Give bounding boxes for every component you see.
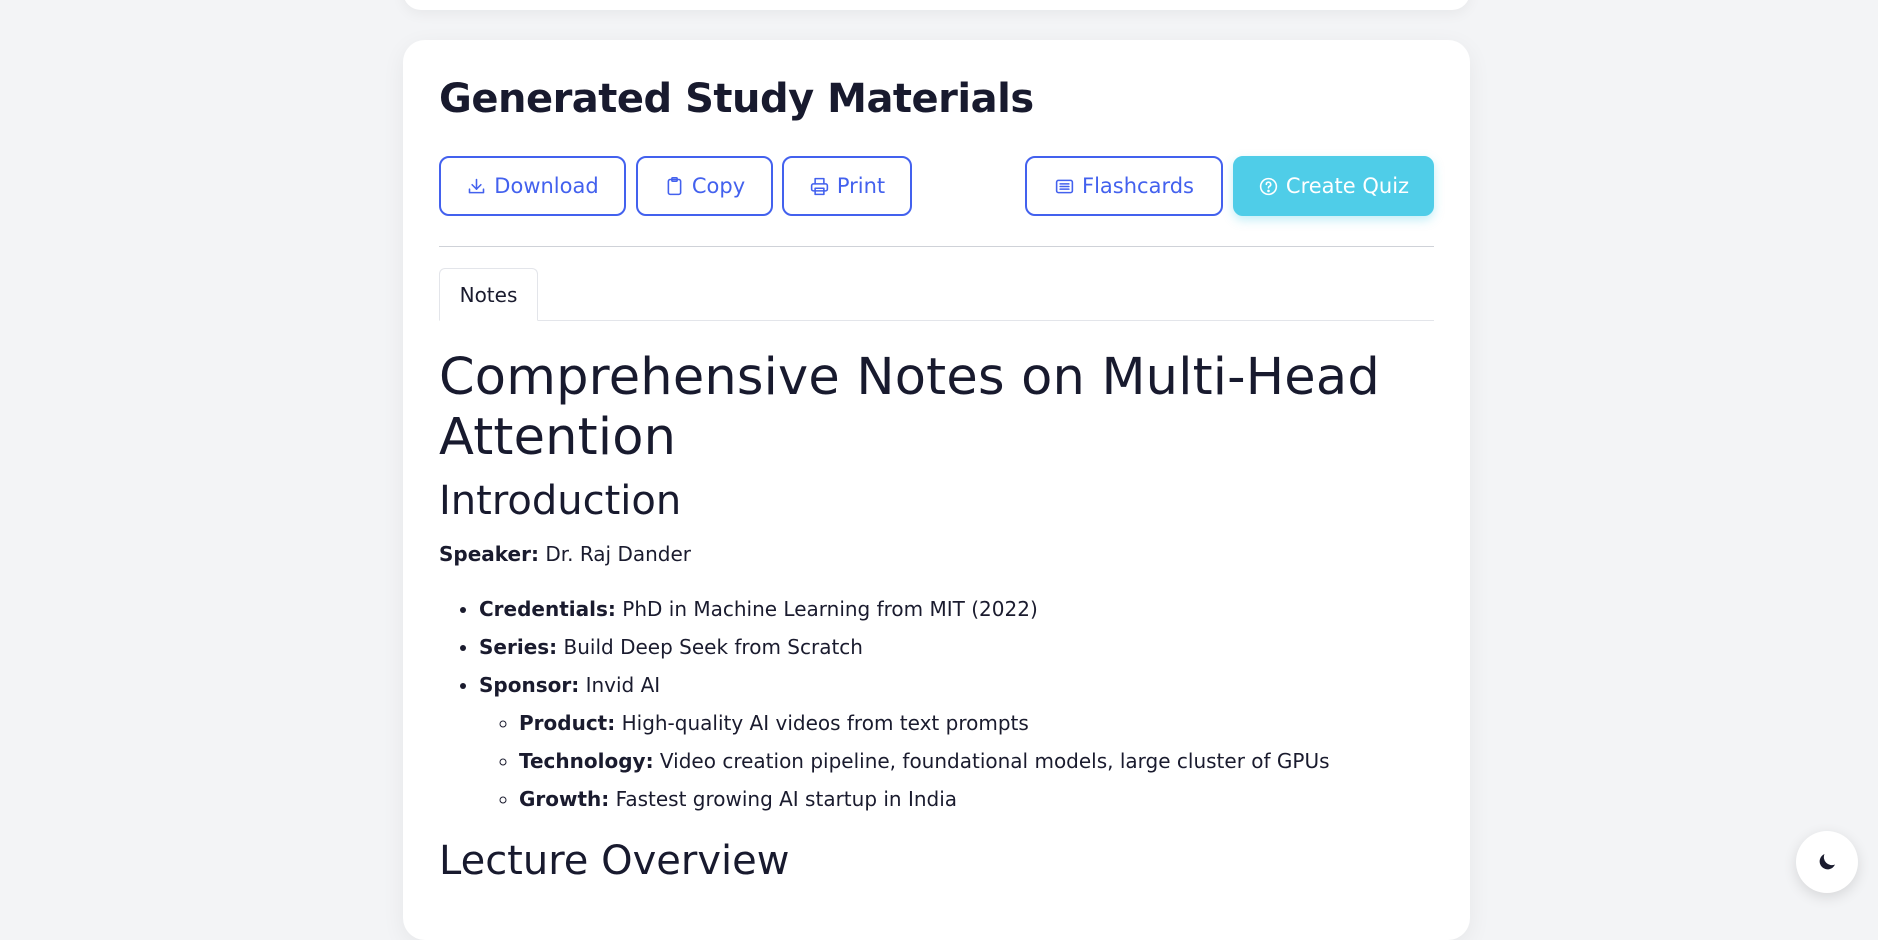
download-button-label: Download: [494, 174, 599, 198]
list-item-label: Product:: [519, 711, 616, 735]
flashcards-button-label: Flashcards: [1082, 174, 1194, 198]
card-title: Generated Study Materials: [439, 76, 1034, 122]
list-item-value: Invid AI: [579, 673, 661, 697]
speaker-line: Speaker: Dr. Raj Dander: [439, 540, 1434, 568]
list-item: Product: High-quality AI videos from tex…: [519, 704, 1434, 742]
toolbar-divider: [439, 246, 1434, 247]
list-card-icon: [1055, 179, 1074, 193]
clipboard-icon: [667, 176, 682, 195]
list-item-value: Video creation pipeline, foundational mo…: [653, 749, 1330, 773]
sponsor-details-list: Product: High-quality AI videos from tex…: [519, 704, 1434, 818]
list-item-label: Credentials:: [479, 597, 616, 621]
list-item-label: Technology:: [519, 749, 654, 773]
notes-title: Comprehensive Notes on Multi-Head Attent…: [439, 348, 1380, 467]
question-circle-icon: [1259, 177, 1278, 195]
list-item: Credentials: PhD in Machine Learning fro…: [479, 590, 1434, 628]
tab-notes-label: Notes: [459, 282, 518, 307]
introduction-heading: Introduction: [439, 478, 682, 524]
list-item-label: Growth:: [519, 787, 610, 811]
download-icon: [469, 178, 485, 193]
list-item-label: Series:: [479, 635, 558, 659]
printer-icon: [810, 177, 829, 195]
list-item-value: Build Deep Seek from Scratch: [557, 635, 863, 659]
notes-content: Comprehensive Notes on Multi-Head Attent…: [439, 348, 1434, 886]
theme-toggle-button[interactable]: [1796, 831, 1858, 893]
list-item-value: PhD in Machine Learning from MIT (2022): [615, 597, 1038, 621]
tab-notes[interactable]: Notes: [439, 268, 538, 321]
print-button[interactable]: Print: [782, 156, 912, 216]
flashcards-button[interactable]: Flashcards: [1025, 156, 1223, 216]
previous-card: [403, 0, 1470, 10]
list-item-label: Sponsor:: [479, 673, 580, 697]
copy-button[interactable]: Copy: [636, 156, 773, 216]
tabs-baseline: [439, 320, 1434, 321]
lecture-overview-heading: Lecture Overview: [439, 838, 790, 884]
list-item-value: High-quality AI videos from text prompts: [615, 711, 1029, 735]
speaker-label: Speaker:: [439, 542, 539, 566]
create-quiz-button[interactable]: Create Quiz: [1233, 156, 1434, 216]
intro-list: Credentials: PhD in Machine Learning fro…: [479, 590, 1434, 818]
speaker-value: Dr. Raj Dander: [538, 542, 692, 566]
list-item: Series: Build Deep Seek from Scratch: [479, 628, 1434, 666]
moon-icon: [1819, 854, 1835, 870]
study-materials-card: Generated Study Materials Download Copy …: [403, 40, 1470, 940]
print-button-label: Print: [836, 174, 886, 198]
list-item: Growth: Fastest growing AI startup in In…: [519, 780, 1434, 818]
list-item-value: Fastest growing AI startup in India: [609, 787, 958, 811]
list-item: Technology: Video creation pipeline, fou…: [519, 742, 1434, 780]
download-button[interactable]: Download: [439, 156, 626, 216]
copy-button-label: Copy: [691, 174, 746, 198]
create-quiz-button-label: Create Quiz: [1285, 174, 1410, 198]
list-item: Sponsor: Invid AI Product: High-quality …: [479, 666, 1434, 818]
